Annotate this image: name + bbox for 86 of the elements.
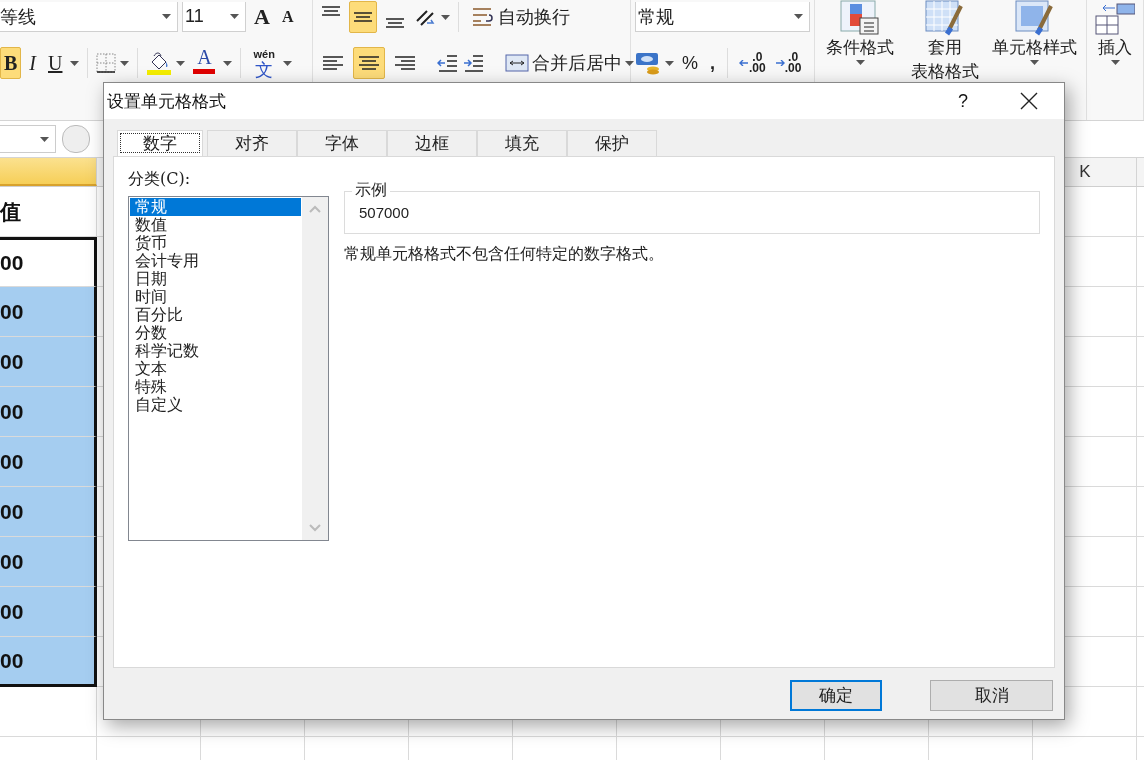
sample-value: 507000 <box>359 204 410 221</box>
merge-center-button[interactable]: 合并后居中 <box>501 47 638 79</box>
list-item[interactable]: 日期 <box>130 270 301 288</box>
bottom-align-icon <box>385 18 405 28</box>
caret-icon <box>40 136 49 142</box>
border-icon[interactable] <box>96 53 117 73</box>
caret-icon <box>1110 60 1120 65</box>
caret-icon <box>70 60 80 66</box>
cancel-button[interactable]: 取消 <box>930 680 1053 711</box>
tab[interactable]: 字体 <box>297 130 387 156</box>
increase-indent-icon[interactable] <box>463 53 485 73</box>
list-item[interactable]: 会计专用 <box>130 252 301 270</box>
shrink-font-button[interactable]: A <box>277 1 298 33</box>
tab[interactable]: 填充 <box>477 130 567 156</box>
list-item[interactable]: 科学记数 <box>130 342 301 360</box>
caret-icon <box>441 14 450 20</box>
underline-button[interactable]: U <box>44 47 67 79</box>
grow-font-button[interactable]: A <box>250 1 274 33</box>
category-list[interactable]: 常规 数值 货币 会计专用 日期 时间 百分比 分数 科学记数 文本 特殊 自定义 <box>128 196 329 541</box>
list-item[interactable]: 自定义 <box>130 396 301 414</box>
table-cell: 00 <box>0 287 97 337</box>
font-color-button[interactable]: A <box>189 47 220 79</box>
bold-button[interactable]: B <box>0 47 22 79</box>
list-item[interactable]: 数值 <box>130 216 301 234</box>
caret-icon <box>794 14 803 19</box>
caret-icon <box>855 60 865 65</box>
field-label: 分类(C): <box>128 169 192 190</box>
comma-button[interactable]: , <box>706 47 720 79</box>
list-item[interactable]: 特殊 <box>130 378 301 396</box>
table-cell: 00 <box>0 487 97 537</box>
insert-button[interactable]: 插入 <box>1091 0 1139 120</box>
percent-button[interactable]: % <box>678 47 702 79</box>
list-item[interactable]: 文本 <box>130 360 301 378</box>
caret-icon <box>282 60 292 66</box>
window-title: 设置单元格格式 <box>107 90 227 113</box>
caret-icon <box>1030 60 1040 65</box>
caret-icon <box>625 60 634 66</box>
table-cell: 00 <box>0 437 97 487</box>
tab[interactable]: 边框 <box>387 130 477 156</box>
close-icon[interactable] <box>1020 92 1038 110</box>
list-item[interactable]: 货币 <box>130 234 301 252</box>
table-cell: 00 <box>0 637 97 687</box>
align-center-button[interactable] <box>353 47 385 79</box>
wrap-text-button[interactable]: 自动换行 <box>467 1 574 33</box>
table-cell: 00 <box>0 587 97 637</box>
top-align-icon <box>321 6 341 16</box>
phonetic-button[interactable]: wén 文 <box>249 47 279 79</box>
list-item[interactable]: 常规 <box>130 198 301 216</box>
merge-cells-icon <box>505 54 529 72</box>
table-cell: 00 <box>0 537 97 587</box>
table-cell: 00 <box>0 387 97 437</box>
increase-decimal-button[interactable]: .0 .00 <box>736 47 768 79</box>
font-name-field[interactable]: 等线 <box>0 2 178 32</box>
cell-styles-button[interactable]: 单元格样式 <box>987 0 1082 65</box>
cell-brush-icon <box>1014 0 1055 36</box>
caret-icon <box>230 14 239 19</box>
middle-align-button[interactable] <box>349 1 377 33</box>
caret-icon <box>162 14 171 19</box>
arrow-icon <box>773 60 785 66</box>
list-item[interactable]: 百分比 <box>130 306 301 324</box>
tab[interactable]: 对齐 <box>207 130 297 156</box>
caret-icon <box>223 60 233 66</box>
table-cell: 00 <box>0 337 97 387</box>
tab[interactable]: 数字 <box>117 130 203 156</box>
caret-icon <box>176 60 186 66</box>
decrease-decimal-button[interactable]: .0 .00 <box>771 47 804 79</box>
description-text: 常规单元格格式不包含任何特定的数字格式。 <box>344 244 665 265</box>
caret-icon <box>120 60 130 66</box>
middle-align-icon <box>353 12 373 22</box>
ok-button[interactable]: 确定 <box>790 680 882 711</box>
group-label: 示例 <box>352 180 390 201</box>
arrow-icon <box>738 60 750 66</box>
wrap-text-icon <box>471 6 495 28</box>
currency-icon[interactable] <box>635 51 661 75</box>
list-item[interactable]: 分数 <box>130 324 301 342</box>
tab[interactable]: 保护 <box>567 130 657 156</box>
decrease-indent-icon[interactable] <box>437 53 459 73</box>
list-item[interactable]: 时间 <box>130 288 301 306</box>
font-size-field[interactable]: 11 <box>182 2 246 32</box>
italic-button[interactable]: I <box>25 47 40 79</box>
table-cell: 值 <box>0 187 97 237</box>
conditional-format-button[interactable]: 条件格式 <box>819 0 902 65</box>
fill-color-icon[interactable] <box>146 50 173 76</box>
caret-icon <box>665 60 674 66</box>
number-format-field[interactable]: 常规 <box>635 2 810 32</box>
help-button[interactable]: ? <box>958 90 968 112</box>
